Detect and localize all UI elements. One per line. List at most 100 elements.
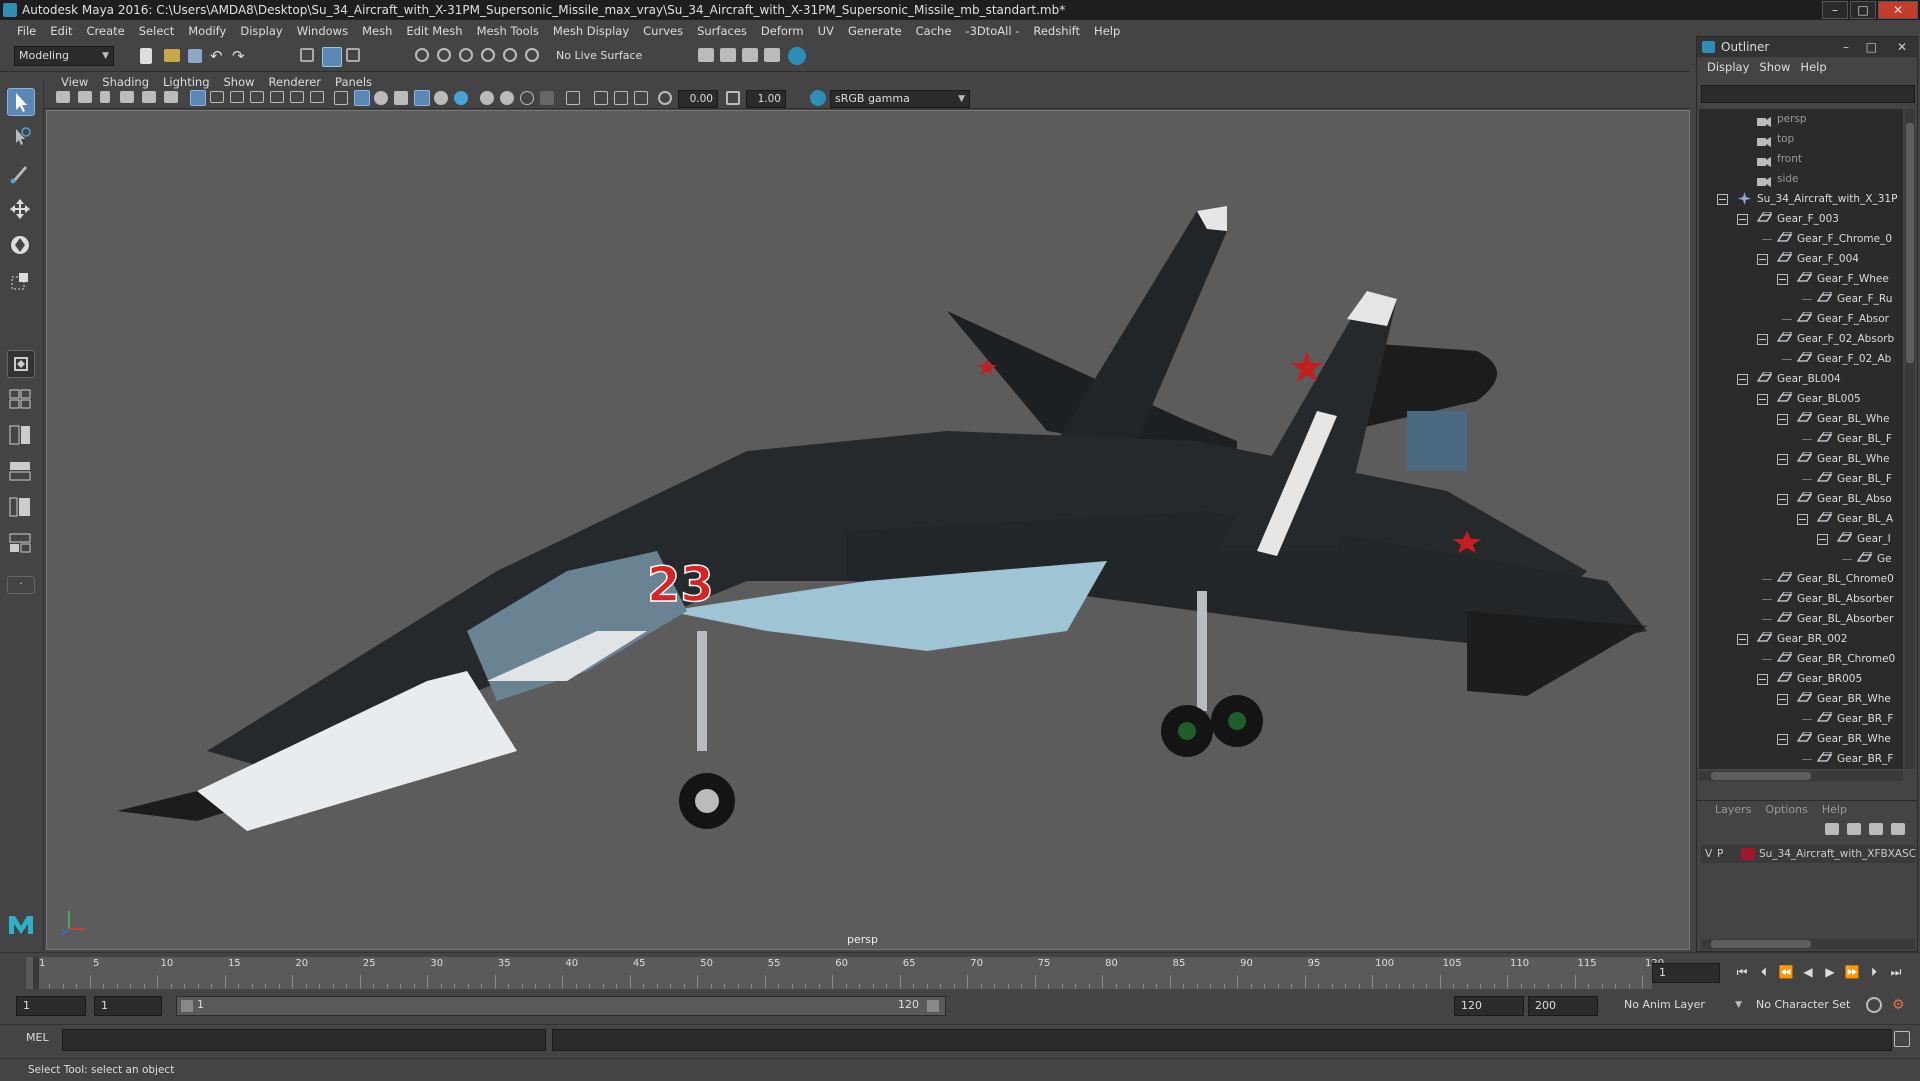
script-language-toggle[interactable]: MEL (26, 1031, 49, 1044)
outliner-minimize-button[interactable]: – (1843, 37, 1849, 57)
collapse-toggle-icon[interactable] (1757, 254, 1768, 265)
outliner-item[interactable]: Gear_BR_F (1699, 709, 1903, 729)
outliner-item-camera[interactable]: top (1699, 129, 1903, 149)
outliner-item-camera[interactable]: side (1699, 169, 1903, 189)
resolution-gate-icon[interactable] (230, 91, 244, 103)
redo-icon[interactable]: ↷ (232, 48, 250, 66)
outliner-item-camera[interactable]: front (1699, 149, 1903, 169)
close-button[interactable]: ✕ (1878, 1, 1918, 19)
snap-vertex-icon[interactable] (525, 48, 539, 62)
select-camera-icon[interactable] (56, 91, 70, 103)
current-frame-field[interactable]: 1 (1652, 963, 1720, 983)
menu-modify[interactable]: Modify (181, 24, 233, 38)
four-view-layout-icon[interactable] (7, 386, 35, 414)
playback-start-field[interactable]: 1 (94, 996, 162, 1016)
step-back-key-icon[interactable]: ⏪ (1778, 964, 1794, 980)
snap-curve-icon[interactable] (437, 48, 451, 62)
outliner-item[interactable]: Gear_BL_Absorber (1699, 609, 1903, 629)
menu-deform[interactable]: Deform (754, 24, 811, 38)
outliner-item[interactable]: Gear_BL_Chrome0 (1699, 569, 1903, 589)
film-gate-icon[interactable] (210, 91, 224, 103)
select-tool-icon[interactable] (7, 88, 35, 116)
new-empty-layer-icon[interactable] (1869, 823, 1883, 835)
range-end-handle[interactable] (927, 1000, 939, 1012)
menu-mesh-display[interactable]: Mesh Display (546, 24, 636, 38)
layer-menu-options[interactable]: Options (1765, 803, 1821, 816)
panel-menu-show[interactable]: Show (217, 75, 262, 89)
xray-joints-icon[interactable] (594, 91, 608, 105)
outliner-item[interactable]: Gear_F_004 (1699, 249, 1903, 269)
render-view-icon[interactable] (698, 48, 714, 62)
range-start-handle[interactable] (181, 1000, 193, 1012)
layer-color-swatch[interactable] (1741, 848, 1755, 860)
outliner-menu-show[interactable]: Show (1759, 60, 1800, 74)
smooth-shade-icon[interactable] (354, 90, 370, 106)
depth-of-field-icon[interactable] (540, 91, 554, 105)
wireframe-icon[interactable] (334, 91, 348, 105)
outliner-item[interactable]: Gear_BL_Abso (1699, 489, 1903, 509)
outliner-item[interactable]: Gear_F_003 (1699, 209, 1903, 229)
use-all-lights-icon[interactable] (434, 91, 448, 105)
mode-dropdown[interactable]: Modeling ▼ (14, 46, 114, 66)
collapse-toggle-icon[interactable] (1737, 634, 1748, 645)
outliner-horizontal-scrollbar[interactable] (1699, 771, 1903, 781)
collapse-toolbox-icon[interactable]: · (7, 576, 35, 594)
snap-surface-icon[interactable] (503, 48, 517, 62)
outliner-maximize-button[interactable]: □ (1866, 37, 1877, 57)
outliner-item[interactable]: Gear_F_Chrome_0 (1699, 229, 1903, 249)
play-forwards-icon[interactable]: ▶ (1822, 964, 1838, 980)
character-set-dropdown[interactable]: No Character Set (1752, 996, 1862, 1016)
menu-create[interactable]: Create (80, 24, 132, 38)
field-chart-icon[interactable] (270, 91, 284, 103)
camera-attributes-icon[interactable] (78, 91, 92, 103)
paint-select-tool-icon[interactable] (7, 160, 35, 188)
new-layer-selected-icon[interactable] (1891, 823, 1905, 835)
move-layer-up-icon[interactable] (1825, 823, 1839, 835)
outliner-item[interactable]: Gear_BL_Whe (1699, 409, 1903, 429)
range-slider-bar[interactable]: 1 120 (176, 996, 946, 1016)
step-forward-frame-icon[interactable]: ⏵ (1866, 964, 1882, 980)
grid-toggle-icon[interactable] (190, 90, 206, 106)
outliner-item[interactable]: Gear_F_02_Ab (1699, 349, 1903, 369)
menu-redshift[interactable]: Redshift (1026, 24, 1087, 38)
outliner-menu-help[interactable]: Help (1800, 60, 1836, 74)
display-layer-row[interactable]: V P Su_34_Aircraft_with_XFBXASC (1701, 845, 1915, 863)
menu-mesh[interactable]: Mesh (355, 24, 399, 38)
collapse-toggle-icon[interactable] (1797, 514, 1808, 525)
anim-layer-dropdown[interactable]: No Anim Layer ▼ (1620, 996, 1746, 1016)
collapse-toggle-icon[interactable] (1757, 394, 1768, 405)
outliner-item[interactable]: Gear_BR_Whe (1699, 729, 1903, 749)
current-time-indicator[interactable] (33, 957, 39, 989)
ipr-render-icon[interactable] (742, 48, 758, 62)
panel-menu-view[interactable]: View (54, 75, 95, 89)
textured-icon[interactable] (414, 90, 430, 106)
menu-uv[interactable]: UV (811, 24, 841, 38)
collapse-toggle-icon[interactable] (1777, 274, 1788, 285)
menu-help[interactable]: Help (1087, 24, 1127, 38)
multisample-aa-icon[interactable] (520, 91, 534, 105)
collapse-toggle-icon[interactable] (1777, 694, 1788, 705)
layer-horizontal-scrollbar[interactable] (1701, 939, 1915, 949)
animation-start-field[interactable]: 1 (16, 996, 86, 1016)
menu-generate[interactable]: Generate (841, 24, 909, 38)
backface-culling-icon[interactable] (634, 91, 648, 105)
playback-end-field[interactable]: 120 (1454, 996, 1524, 1016)
outliner-item[interactable]: Gear_BL_F (1699, 469, 1903, 489)
move-layer-down-icon[interactable] (1847, 823, 1861, 835)
minimize-button[interactable]: – (1822, 1, 1848, 19)
script-editor-icon[interactable] (1894, 1031, 1910, 1047)
exposure-field[interactable]: 0.00 (678, 90, 718, 108)
grease-pencil-icon[interactable] (164, 91, 178, 103)
snap-grid-icon[interactable] (415, 48, 429, 62)
menu-display[interactable]: Display (233, 24, 289, 38)
persp-graph-layout-icon[interactable] (7, 458, 35, 486)
panel-menu-lighting[interactable]: Lighting (156, 75, 216, 89)
layer-playback-toggle[interactable]: P (1717, 845, 1723, 863)
scrollbar-thumb[interactable] (1906, 123, 1914, 363)
play-backwards-icon[interactable]: ◀ (1800, 964, 1816, 980)
collapse-toggle-icon[interactable] (1717, 194, 1728, 205)
outliner-item[interactable]: Gear_F_Whee (1699, 269, 1903, 289)
menu-cache[interactable]: Cache (909, 24, 959, 38)
rotate-tool-icon[interactable] (7, 232, 35, 260)
outliner-item[interactable]: Gear_BL_Absorber (1699, 589, 1903, 609)
